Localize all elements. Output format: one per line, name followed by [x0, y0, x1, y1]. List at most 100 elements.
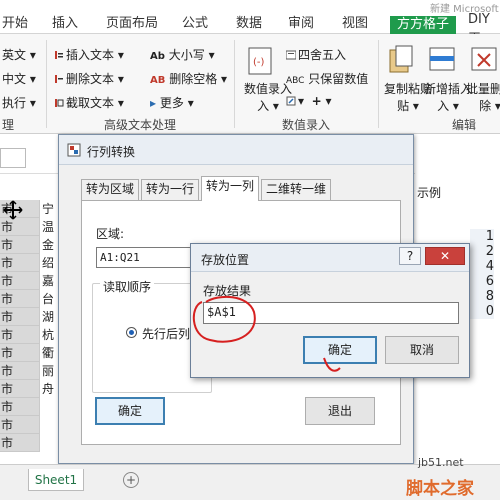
example-digit: 4: [485, 259, 494, 274]
row-first-label: 先行后列: [142, 327, 191, 341]
tab-to-range[interactable]: 转为区域: [81, 179, 140, 200]
name-box[interactable]: [0, 148, 26, 168]
cell[interactable]: 市: [0, 416, 40, 434]
cell[interactable]: 市: [0, 362, 40, 380]
window-title: 新建 Microsoft: [430, 4, 499, 15]
group-label-number: 数值录入: [282, 118, 331, 132]
cell[interactable]: 市: [0, 254, 40, 272]
example-digit: 1: [485, 229, 494, 244]
cell[interactable]: 丽: [40, 362, 60, 380]
dialog-title-bar: 行列转换: [59, 135, 413, 165]
execute-button[interactable]: 执行 ▾: [2, 94, 36, 111]
exit-button[interactable]: 退出: [305, 397, 375, 425]
range-label: 区域:: [96, 227, 125, 241]
tab-fangfang-gezi[interactable]: 方方格子: [390, 16, 457, 34]
column-a-cells: 市 市 市 市 市 市 市 市 市 市 市 市 市 市: [0, 200, 40, 452]
number-entry-button[interactable]: 数值录入入 ▾: [244, 80, 292, 114]
insert-text-icon: [55, 51, 63, 59]
more-button[interactable]: ▸ 更多 ▾: [150, 94, 194, 111]
tab-data[interactable]: 数据: [236, 12, 262, 31]
cell[interactable]: 市: [0, 326, 40, 344]
row-first-radio[interactable]: [126, 327, 137, 338]
close-button[interactable]: ✕: [425, 247, 465, 265]
tab-to-column[interactable]: 转为一列: [201, 176, 260, 201]
example-digits: 1 2 4 6 8 0: [470, 229, 494, 319]
cell[interactable]: 温: [40, 218, 60, 236]
cell[interactable]: 湖: [40, 308, 60, 326]
round-button[interactable]: 四舍五入: [286, 46, 346, 63]
insert-text-button[interactable]: 插入文本 ▾: [54, 46, 124, 63]
misc-tools-button[interactable]: ▾ + ▾: [286, 94, 332, 108]
insert-rows-icon: [429, 47, 455, 71]
chinese-button[interactable]: 中文 ▾: [2, 70, 36, 87]
tab-home[interactable]: 开始: [2, 12, 28, 31]
cell[interactable]: 台: [40, 290, 60, 308]
result-label: 存放结果: [203, 284, 252, 298]
watermark-name: 脚本之家: [406, 479, 474, 499]
cell[interactable]: 市: [0, 344, 40, 362]
extract-text-icon: [55, 99, 64, 107]
sheet-tab[interactable]: Sheet1: [28, 469, 84, 491]
cell[interactable]: 杭: [40, 326, 60, 344]
remove-space-button[interactable]: AB 删除空格 ▾: [150, 70, 227, 87]
example-digit: 6: [485, 274, 494, 289]
example-label: 示例: [417, 186, 442, 200]
tab-to-row[interactable]: 转为一行: [141, 179, 200, 200]
cell[interactable]: 市: [0, 218, 40, 236]
cell[interactable]: 衢: [40, 344, 60, 362]
abc-icon: ABC: [286, 76, 305, 86]
cell[interactable]: 市: [0, 272, 40, 290]
copy-paste-icon: [389, 45, 413, 73]
ab-delete-icon: AB: [150, 75, 166, 86]
number-entry-icon: (-): [248, 47, 272, 75]
watermark-url: jb51.net: [418, 456, 464, 469]
cell[interactable]: 嘉: [40, 272, 60, 290]
cell[interactable]: 市: [0, 308, 40, 326]
read-order-label: 读取顺序: [100, 278, 155, 295]
tab-page-layout[interactable]: 页面布局: [106, 12, 158, 31]
cell[interactable]: 市: [0, 236, 40, 254]
ribbon-divider: [46, 40, 47, 128]
svg-text:(-): (-): [253, 57, 265, 68]
tab-2d-to-1d[interactable]: 二维转一维: [261, 179, 332, 200]
extract-text-button[interactable]: 截取文本 ▾: [54, 94, 124, 111]
cell[interactable]: 宁: [40, 200, 60, 218]
keep-numbers-button[interactable]: ABC 只保留数值: [286, 70, 368, 87]
tab-review[interactable]: 审阅: [288, 12, 314, 31]
storage-location-dialog: 存放位置 ? ✕ 存放结果 $A$1 确定 取消: [190, 243, 470, 378]
add-sheet-button[interactable]: +: [123, 472, 139, 488]
column-b-cells: 宁 温 金 绍 嘉 台 湖 杭 衢 丽 舟: [40, 200, 60, 398]
ok-button[interactable]: 确定: [95, 397, 165, 425]
cell[interactable]: 市: [0, 380, 40, 398]
plus-icon: +: [311, 94, 322, 108]
ribbon-panel: 英文 ▾ 中文 ▾ 执行 ▾ 理 插入文本 ▾ 删除文本 ▾ 截取文本 ▾ Ab…: [0, 34, 500, 134]
app-icon: [67, 143, 81, 157]
batch-delete-icon: [471, 47, 497, 71]
result-input[interactable]: $A$1: [203, 302, 459, 324]
confirm-button[interactable]: 确定: [303, 336, 377, 364]
insert-rows-button[interactable]: 新增插入入 ▾: [424, 80, 472, 114]
group-label-left: 理: [2, 118, 15, 132]
edit-icon: [286, 96, 296, 106]
cell[interactable]: 市: [0, 398, 40, 416]
tab-formulas[interactable]: 公式: [182, 12, 208, 31]
cell[interactable]: 金: [40, 236, 60, 254]
example-digit: 0: [485, 304, 494, 319]
tab-view[interactable]: 视图: [342, 12, 368, 31]
cell[interactable]: 市: [0, 290, 40, 308]
cancel-button[interactable]: 取消: [385, 336, 459, 364]
sub-dialog-title: 存放位置: [201, 253, 250, 267]
cell[interactable]: 绍: [40, 254, 60, 272]
batch-delete-button[interactable]: 批量删除除 ▾: [466, 80, 500, 114]
delete-text-button[interactable]: 删除文本 ▾: [54, 70, 124, 87]
ribbon-divider: [378, 40, 379, 128]
round-icon: [286, 50, 296, 60]
cell[interactable]: 舟: [40, 380, 60, 398]
example-digit: 8: [485, 289, 494, 304]
english-button[interactable]: 英文 ▾: [2, 46, 36, 63]
help-button[interactable]: ?: [399, 247, 421, 265]
delete-text-icon: [55, 75, 63, 83]
cell[interactable]: 市: [0, 434, 40, 452]
tab-insert[interactable]: 插入: [52, 12, 78, 31]
case-button[interactable]: Ab 大小写 ▾: [150, 46, 215, 63]
